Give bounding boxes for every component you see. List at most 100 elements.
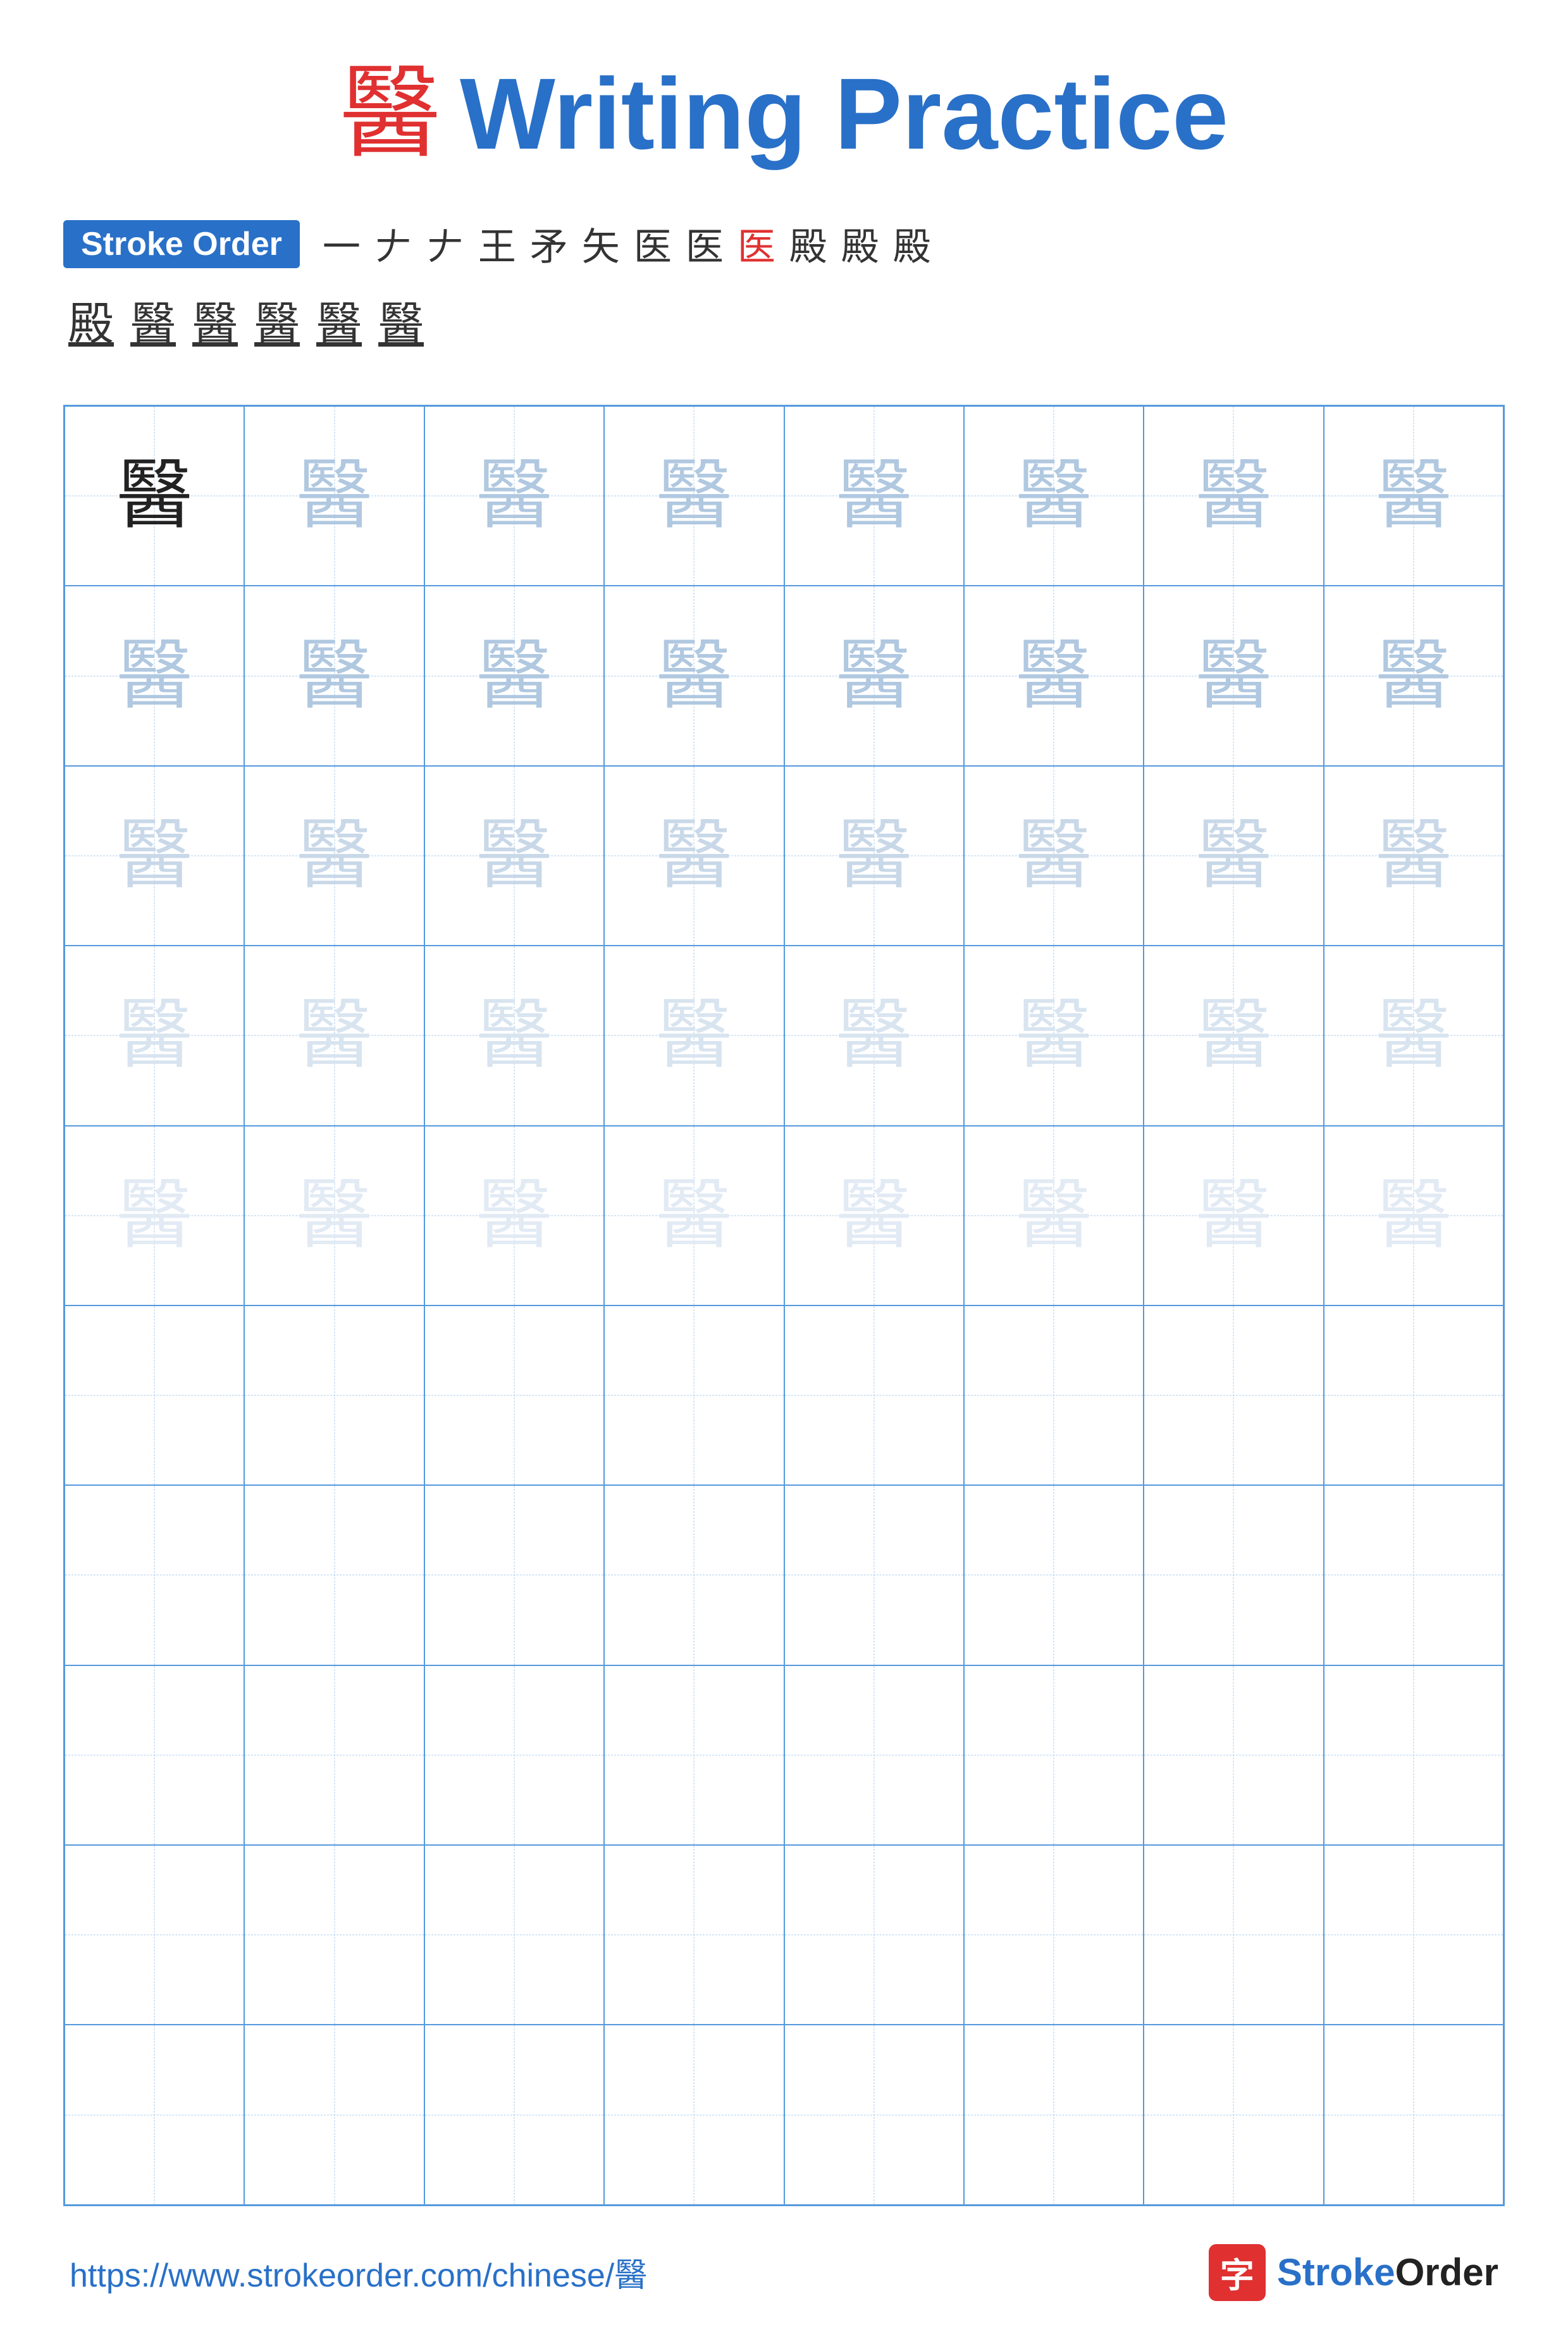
grid-cell[interactable] bbox=[784, 2025, 964, 2204]
stroke-step2-5: 醫 bbox=[311, 285, 367, 354]
grid-cell[interactable]: 醫 bbox=[1144, 1126, 1323, 1305]
grid-cell[interactable]: 醫 bbox=[1144, 406, 1323, 586]
grid-cell[interactable]: 醫 bbox=[1324, 1126, 1503, 1305]
grid-cell[interactable] bbox=[604, 1305, 784, 1485]
grid-cell[interactable]: 醫 bbox=[244, 766, 424, 946]
grid-cell[interactable]: 醫 bbox=[964, 1126, 1144, 1305]
grid-cell[interactable] bbox=[1324, 1665, 1503, 1845]
stroke-step-9: 医 bbox=[734, 215, 779, 273]
grid-cell[interactable]: 醫 bbox=[1324, 946, 1503, 1125]
grid-cell[interactable] bbox=[964, 1485, 1144, 1665]
grid-cell[interactable] bbox=[1144, 1665, 1323, 1845]
grid-cell[interactable]: 醫 bbox=[1144, 586, 1323, 765]
grid-cell[interactable] bbox=[244, 1665, 424, 1845]
grid-cell[interactable]: 醫 bbox=[964, 586, 1144, 765]
grid-cell[interactable]: 醫 bbox=[424, 586, 604, 765]
grid-cell[interactable] bbox=[65, 2025, 244, 2204]
grid-cell[interactable] bbox=[1324, 2025, 1503, 2204]
stroke-order-row2: 殿 醫 醫 醫 醫 醫 bbox=[63, 285, 1505, 354]
grid-cell[interactable]: 醫 bbox=[604, 766, 784, 946]
stroke-step-12: 殿 bbox=[889, 215, 935, 273]
grid-cell[interactable]: 醫 bbox=[244, 946, 424, 1125]
grid-cell[interactable] bbox=[604, 1485, 784, 1665]
grid-cell[interactable]: 醫 bbox=[604, 586, 784, 765]
stroke-step2-2: 醫 bbox=[125, 285, 181, 354]
grid-row bbox=[65, 1485, 1503, 1665]
grid-cell[interactable]: 醫 bbox=[784, 586, 964, 765]
grid-row bbox=[65, 1305, 1503, 1485]
grid-cell[interactable] bbox=[424, 1845, 604, 2025]
grid-cell[interactable]: 醫 bbox=[65, 946, 244, 1125]
grid-cell[interactable] bbox=[784, 1845, 964, 2025]
grid-cell[interactable] bbox=[604, 1665, 784, 1845]
grid-cell[interactable] bbox=[65, 1305, 244, 1485]
grid-cell[interactable] bbox=[424, 1305, 604, 1485]
grid-cell[interactable] bbox=[244, 1485, 424, 1665]
page: 醫 Writing Practice Stroke Order 一 𠂇 𠂇 王 … bbox=[0, 0, 1568, 2339]
grid-cell[interactable]: 醫 bbox=[964, 766, 1144, 946]
grid-cell[interactable]: 醫 bbox=[1324, 766, 1503, 946]
grid-cell[interactable]: 醫 bbox=[65, 406, 244, 586]
grid-cell[interactable] bbox=[244, 1305, 424, 1485]
title-row: 醫 Writing Practice bbox=[340, 63, 1228, 164]
stroke-step-8: 医 bbox=[682, 215, 727, 273]
grid-cell[interactable] bbox=[1324, 1845, 1503, 2025]
grid-cell[interactable]: 醫 bbox=[1324, 406, 1503, 586]
grid-cell[interactable] bbox=[604, 1845, 784, 2025]
grid-cell[interactable]: 醫 bbox=[424, 1126, 604, 1305]
grid-cell[interactable]: 醫 bbox=[964, 946, 1144, 1125]
grid-cell[interactable] bbox=[784, 1305, 964, 1485]
title-chinese-char: 醫 bbox=[340, 63, 441, 164]
grid-cell[interactable]: 醫 bbox=[964, 406, 1144, 586]
grid-cell[interactable] bbox=[1144, 1485, 1323, 1665]
grid-cell[interactable]: 醫 bbox=[784, 1126, 964, 1305]
grid-cell[interactable]: 醫 bbox=[424, 766, 604, 946]
grid-cell[interactable] bbox=[1144, 1305, 1323, 1485]
grid-cell[interactable]: 醫 bbox=[65, 586, 244, 765]
grid-cell[interactable] bbox=[1144, 2025, 1323, 2204]
page-title: Writing Practice bbox=[460, 63, 1228, 164]
grid-cell[interactable] bbox=[1324, 1305, 1503, 1485]
brand-icon: 字 bbox=[1209, 2244, 1266, 2301]
brand-text: StrokeOrder bbox=[1277, 2250, 1498, 2294]
grid-cell[interactable] bbox=[65, 1485, 244, 1665]
grid-cell[interactable] bbox=[964, 1305, 1144, 1485]
grid-cell[interactable] bbox=[784, 1665, 964, 1845]
grid-cell[interactable] bbox=[65, 1845, 244, 2025]
footer-url: https://www.strokeorder.com/chinese/醫 bbox=[70, 2249, 647, 2296]
grid-cell[interactable]: 醫 bbox=[244, 406, 424, 586]
grid-cell[interactable]: 醫 bbox=[604, 1126, 784, 1305]
stroke-step-1: 一 bbox=[319, 215, 364, 273]
grid-cell[interactable] bbox=[964, 1845, 1144, 2025]
grid-cell[interactable] bbox=[1144, 1845, 1323, 2025]
grid-cell[interactable]: 醫 bbox=[1324, 586, 1503, 765]
grid-cell[interactable] bbox=[65, 1665, 244, 1845]
stroke-step-2: 𠂇 bbox=[371, 215, 416, 273]
grid-cell[interactable] bbox=[784, 1485, 964, 1665]
grid-cell[interactable] bbox=[424, 1665, 604, 1845]
grid-cell[interactable]: 醫 bbox=[784, 946, 964, 1125]
grid-cell[interactable] bbox=[424, 1485, 604, 1665]
grid-cell[interactable]: 醫 bbox=[604, 406, 784, 586]
grid-cell[interactable] bbox=[1324, 1485, 1503, 1665]
grid-cell[interactable]: 醫 bbox=[65, 766, 244, 946]
grid-cell[interactable]: 醫 bbox=[1144, 946, 1323, 1125]
grid-cell[interactable] bbox=[604, 2025, 784, 2204]
grid-cell[interactable] bbox=[964, 1665, 1144, 1845]
grid-cell[interactable]: 醫 bbox=[604, 946, 784, 1125]
grid-cell[interactable]: 醫 bbox=[784, 766, 964, 946]
grid-cell[interactable] bbox=[244, 1845, 424, 2025]
stroke-step2-4: 醫 bbox=[249, 285, 305, 354]
grid-cell[interactable]: 醫 bbox=[65, 1126, 244, 1305]
grid-cell[interactable]: 醫 bbox=[784, 406, 964, 586]
grid-cell[interactable]: 醫 bbox=[424, 406, 604, 586]
grid-cell[interactable] bbox=[964, 2025, 1144, 2204]
stroke-step-6: 矢 bbox=[578, 215, 624, 273]
grid-row: 醫醫醫醫醫醫醫醫 bbox=[65, 406, 1503, 586]
grid-cell[interactable]: 醫 bbox=[244, 586, 424, 765]
grid-cell[interactable] bbox=[244, 2025, 424, 2204]
grid-cell[interactable]: 醫 bbox=[424, 946, 604, 1125]
grid-cell[interactable] bbox=[424, 2025, 604, 2204]
grid-cell[interactable]: 醫 bbox=[1144, 766, 1323, 946]
grid-cell[interactable]: 醫 bbox=[244, 1126, 424, 1305]
